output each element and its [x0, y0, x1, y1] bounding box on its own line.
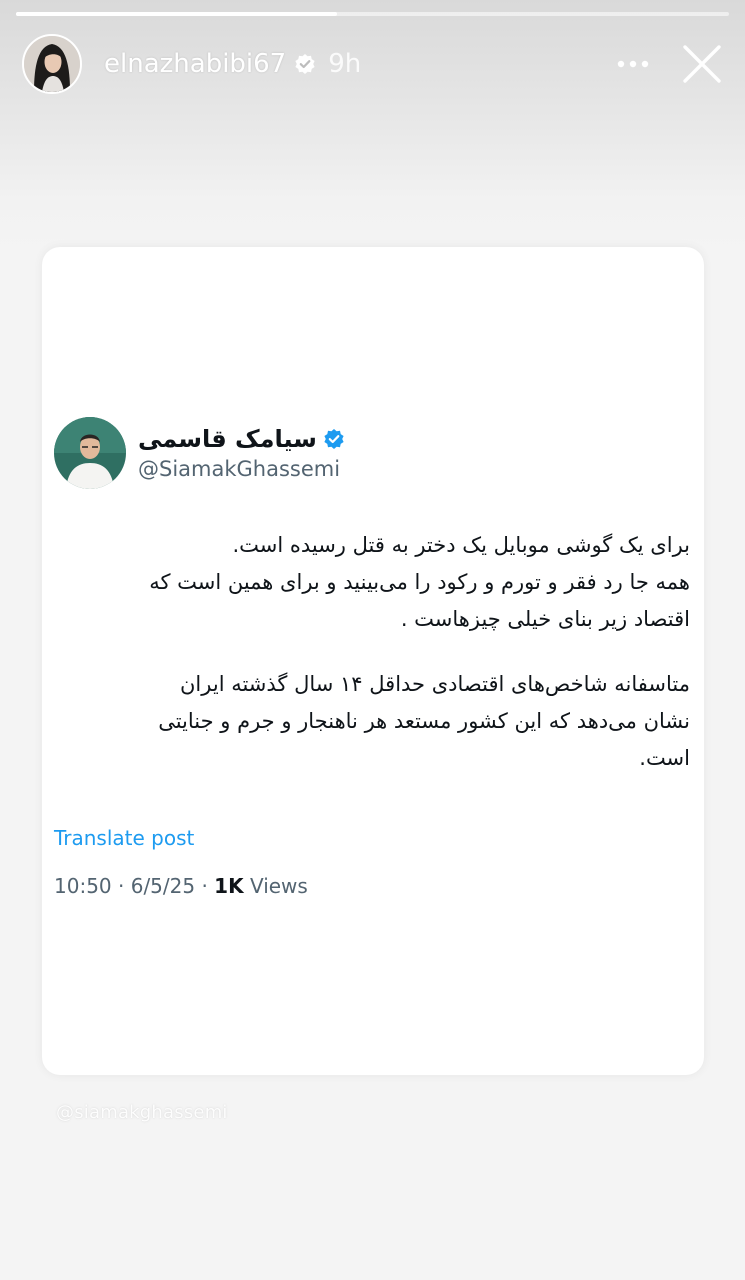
tweet-paragraph: متاسفانه شاخص‌های اقتصادی حداقل ۱۴ سال گ… — [68, 666, 690, 777]
tweet-paragraph: برای یک گوشی موبایل یک دختر به قتل رسیده… — [68, 527, 690, 638]
verified-badge-icon — [323, 428, 345, 450]
tweet-date: 6/5/25 — [130, 874, 196, 898]
tweet-time: 10:50 — [54, 874, 112, 898]
views-label: Views — [249, 874, 308, 898]
verified-icon — [294, 53, 316, 75]
tweet-line: متاسفانه شاخص‌های اقتصادی حداقل ۱۴ سال گ… — [180, 672, 690, 696]
close-button[interactable] — [679, 41, 725, 87]
tweet-line: اقتصاد زیر بنای خیلی چیزهاست . — [400, 607, 690, 631]
tweet-text: برای یک گوشی موبایل یک دختر به قتل رسیده… — [68, 527, 690, 777]
views-count: 1K — [214, 874, 244, 898]
tweet-line: است. — [639, 746, 690, 770]
story-username[interactable]: elnazhabibi67 — [104, 49, 286, 79]
story-header: elnazhabibi67 9h — [22, 34, 725, 94]
close-icon — [683, 45, 721, 83]
tweet-meta: 10:50 · 6/5/25 · 1K Views — [54, 874, 308, 898]
story-avatar[interactable] — [22, 34, 82, 94]
author-handle[interactable]: @SiamakGhassemi — [138, 457, 345, 481]
meta-separator: · — [201, 874, 208, 898]
meta-separator: · — [118, 874, 125, 898]
tweet-line: همه جا رد فقر و تورم و رکود را می‌بینید … — [149, 570, 690, 594]
story-progress-bar — [16, 12, 729, 16]
tweet-card: سیامک قاسمی @SiamakGhassemi برای یک گوشی… — [42, 247, 704, 1075]
story-progress-fill — [16, 12, 337, 16]
author-avatar[interactable] — [54, 417, 126, 489]
more-icon — [617, 60, 649, 68]
tweet-line: نشان می‌دهد که این کشور مستعد هر ناهنجار… — [158, 709, 690, 733]
handle-watermark: @siamakghassemi — [56, 1102, 228, 1123]
story-time: 9h — [328, 49, 362, 79]
author-name[interactable]: سیامک قاسمی — [138, 425, 317, 453]
translate-post-link[interactable]: Translate post — [54, 826, 194, 850]
tweet-author: سیامک قاسمی @SiamakGhassemi — [54, 417, 680, 489]
tweet-line: برای یک گوشی موبایل یک دختر به قتل رسیده… — [232, 533, 690, 557]
more-options-button[interactable] — [609, 44, 657, 84]
